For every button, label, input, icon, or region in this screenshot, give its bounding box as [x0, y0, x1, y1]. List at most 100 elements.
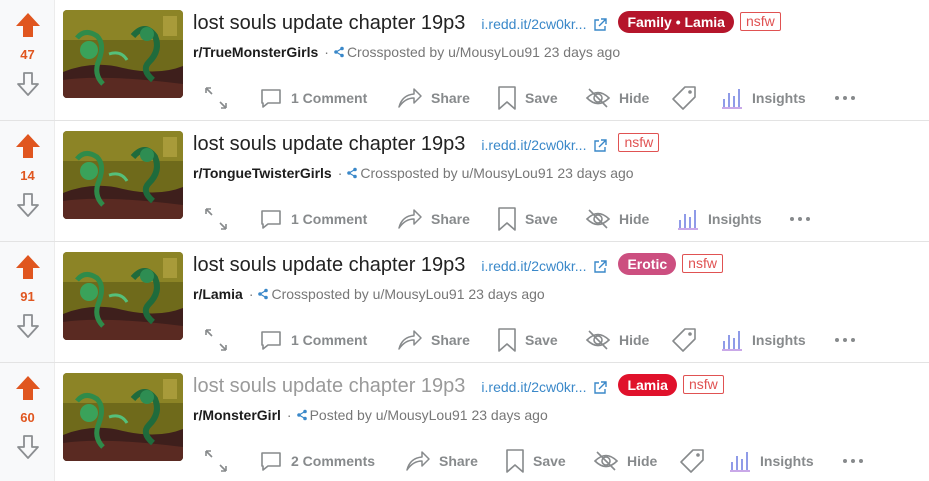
flair-tag-button[interactable]: [671, 322, 697, 358]
subreddit-link[interactable]: r/MonsterGirl: [193, 407, 281, 423]
comments-button[interactable]: 1 Comment: [259, 322, 367, 358]
post-flair[interactable]: Lamia: [618, 374, 677, 396]
meta-separator: ·: [286, 407, 292, 423]
share-button[interactable]: Share: [405, 443, 478, 479]
expand-button[interactable]: [203, 201, 229, 237]
expand-button[interactable]: [203, 322, 229, 358]
meta-separator: ·: [248, 286, 254, 302]
tag-icon: [672, 86, 696, 110]
share-button[interactable]: Share: [397, 322, 470, 358]
more-options-button[interactable]: [832, 80, 858, 116]
subreddit-link[interactable]: r/TrueMonsterGirls: [193, 44, 318, 60]
external-link-icon[interactable]: [592, 138, 608, 154]
flair-tag-button[interactable]: [671, 80, 697, 116]
hide-button[interactable]: Hide: [585, 322, 649, 358]
vote-score: 14: [20, 168, 35, 183]
share-button[interactable]: Share: [397, 80, 470, 116]
more-icon: [835, 338, 855, 342]
save-label: Save: [525, 90, 558, 106]
share-icon: [406, 451, 430, 471]
subreddit-link[interactable]: r/TongueTwisterGirls: [193, 165, 332, 181]
more-options-button[interactable]: [832, 322, 858, 358]
vote-score: 60: [20, 410, 35, 425]
post-domain-link[interactable]: i.redd.it/2cw0kr...: [481, 16, 586, 32]
vote-score: 91: [20, 289, 35, 304]
expand-icon: [205, 450, 227, 472]
expand-button[interactable]: [203, 443, 229, 479]
share-label: Share: [431, 211, 470, 227]
author-link[interactable]: u/MousyLou91: [373, 286, 465, 302]
comments-button[interactable]: 1 Comment: [259, 201, 367, 237]
comments-button[interactable]: 1 Comment: [259, 80, 367, 116]
post-age: 23 days ago: [468, 286, 545, 302]
save-button[interactable]: Save: [497, 80, 558, 116]
post-meta: r/TrueMonsterGirls · Crossposted by u/Mous…: [193, 44, 620, 60]
crosspost-icon: [258, 288, 269, 300]
post-domain-link[interactable]: i.redd.it/2cw0kr...: [481, 379, 586, 395]
post-age: 23 days ago: [543, 44, 621, 60]
post-card[interactable]: 91 lost souls update chapter 19p3 i.redd…: [0, 242, 929, 363]
expand-icon: [205, 87, 227, 109]
post-age: 23 days ago: [557, 165, 634, 181]
share-button[interactable]: Share: [397, 201, 470, 237]
upvote-arrow-icon[interactable]: [14, 11, 42, 39]
post-actions-bar: 2 Comments Share Save Hide Insights: [0, 443, 929, 479]
post-domain-link[interactable]: i.redd.it/2cw0kr...: [481, 258, 586, 274]
insights-button[interactable]: Insights: [720, 80, 806, 116]
bookmark-icon: [498, 86, 516, 110]
share-icon: [398, 88, 422, 108]
expand-button[interactable]: [203, 80, 229, 116]
hide-label: Hide: [619, 211, 650, 227]
author-link[interactable]: u/MousyLou91: [448, 44, 540, 60]
share-label: Share: [431, 90, 470, 106]
save-button[interactable]: Save: [497, 201, 558, 237]
comments-label: 2 Comments: [291, 453, 376, 469]
post-flair[interactable]: Family • Lamia: [618, 11, 734, 33]
more-icon: [843, 459, 863, 463]
save-button[interactable]: Save: [497, 322, 558, 358]
post-title[interactable]: lost souls update chapter 19p3: [193, 375, 465, 398]
save-label: Save: [533, 453, 566, 469]
post-type-label: Posted by: [309, 407, 372, 423]
post-type-label: Crossposted by: [346, 44, 445, 60]
external-link-icon[interactable]: [592, 17, 608, 33]
hide-icon: [585, 330, 611, 350]
save-label: Save: [525, 211, 558, 227]
tag-icon: [672, 328, 696, 352]
post-age: 23 days ago: [471, 407, 548, 423]
post-card[interactable]: 60 lost souls update chapter 19p3 i.redd…: [0, 363, 929, 481]
insights-icon: [678, 210, 698, 230]
hide-icon: [585, 88, 611, 108]
author-link[interactable]: u/MousyLou91: [376, 407, 468, 423]
post-title[interactable]: lost souls update chapter 19p3: [193, 254, 465, 277]
post-card[interactable]: 47 lost souls update chapter 19p3 i.redd…: [0, 0, 929, 121]
insights-button[interactable]: Insights: [720, 322, 806, 358]
save-button[interactable]: Save: [505, 443, 566, 479]
post-domain-link[interactable]: i.redd.it/2cw0kr...: [481, 137, 586, 153]
insights-button[interactable]: Insights: [728, 443, 814, 479]
crosspost-icon: [296, 409, 307, 421]
post-title[interactable]: lost souls update chapter 19p3: [193, 12, 465, 35]
more-options-button[interactable]: [787, 201, 813, 237]
flair-tag-button[interactable]: [679, 443, 705, 479]
post-flair[interactable]: Erotic: [618, 253, 677, 275]
external-link-icon[interactable]: [592, 259, 608, 275]
post-card[interactable]: 14 lost souls update chapter 19p3 i.redd…: [0, 121, 929, 242]
post-title[interactable]: lost souls update chapter 19p3: [193, 133, 465, 156]
hide-button[interactable]: Hide: [593, 443, 657, 479]
upvote-arrow-icon[interactable]: [14, 374, 42, 402]
vote-score: 47: [20, 47, 35, 62]
subreddit-link[interactable]: r/Lamia: [193, 286, 243, 302]
hide-button[interactable]: Hide: [585, 80, 649, 116]
insights-label: Insights: [708, 211, 762, 227]
more-options-button[interactable]: [840, 443, 866, 479]
comments-button[interactable]: 2 Comments: [259, 443, 375, 479]
external-link-icon[interactable]: [592, 380, 608, 396]
share-icon: [398, 209, 422, 229]
more-icon: [835, 96, 855, 100]
hide-button[interactable]: Hide: [585, 201, 649, 237]
upvote-arrow-icon[interactable]: [14, 132, 42, 160]
author-link[interactable]: u/MousyLou91: [462, 165, 554, 181]
upvote-arrow-icon[interactable]: [14, 253, 42, 281]
insights-button[interactable]: Insights: [676, 201, 762, 237]
